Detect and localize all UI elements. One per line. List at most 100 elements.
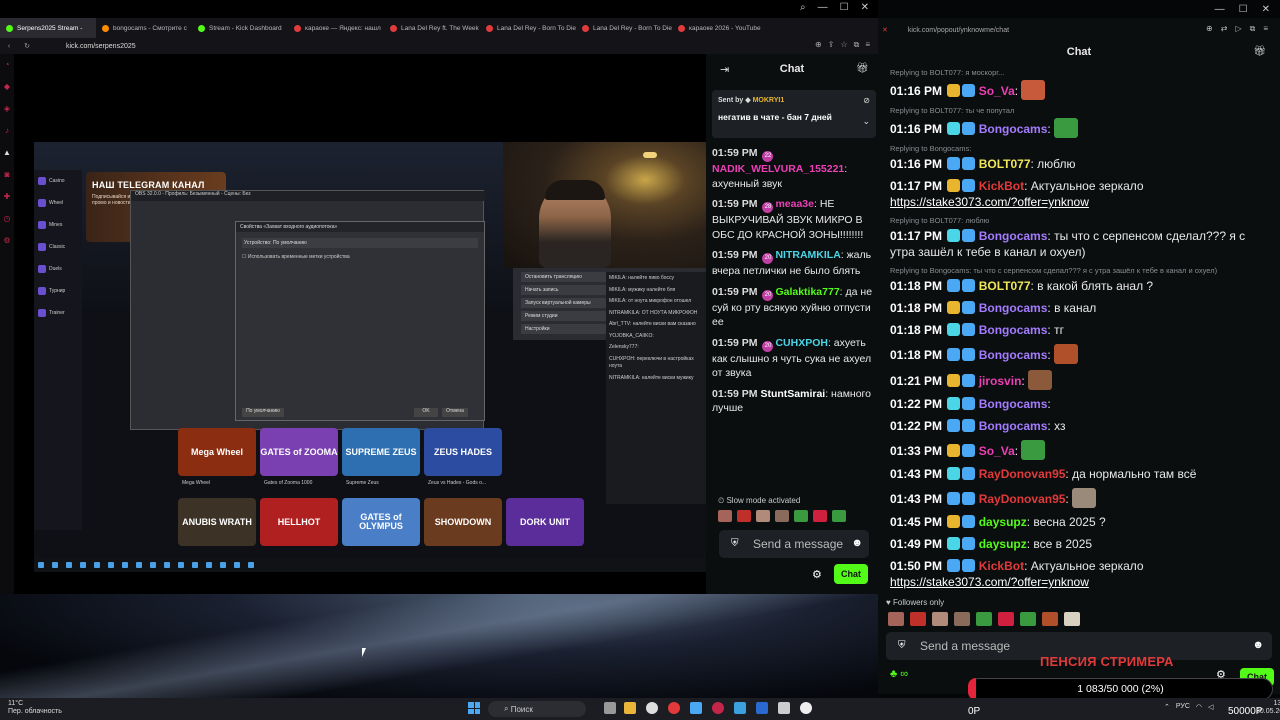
emote[interactable] [1064,612,1080,626]
aria-icon[interactable]: ◆ [4,82,10,91]
obs-default-button[interactable]: По умолчанию [242,408,284,417]
emote[interactable] [1020,612,1036,626]
message-user[interactable]: So_Va [979,444,1015,458]
message-user[interactable]: NADIK_WELVURA_155221 [712,163,844,175]
message-user[interactable]: Bongocams [979,122,1048,136]
opera-icon[interactable] [712,702,724,714]
obs-device-select[interactable]: Устройство: По умолчанию [242,238,478,248]
message-user[interactable]: RayDonovan95 [979,492,1066,506]
app-icon[interactable] [756,702,768,714]
reload-icon[interactable]: ↻ [18,42,36,50]
minimize-icon[interactable]: — [1215,4,1225,15]
browser-tab[interactable]: караоке — Яндекс: нашл [288,18,384,38]
message-user[interactable]: daysupz [979,537,1027,551]
gift-icon[interactable]: 🎁︎ [1253,46,1266,57]
emote[interactable] [718,510,732,522]
close-tab-icon[interactable]: ✕ [882,26,888,34]
reply-context[interactable]: Replying to Bongocams: [890,144,1270,154]
popout-url[interactable]: kick.com/popout/ynknowme/chat [908,27,1009,34]
message-user[interactable]: Bongocams [979,419,1048,433]
close-icon[interactable]: ✕ [861,2,869,13]
task-view-icon[interactable] [604,702,616,714]
volume-icon[interactable]: ◁ [1208,703,1213,711]
maximize-icon[interactable]: ☐ [1239,4,1248,15]
browser-tab[interactable]: караоке 2026 - YouTube [672,18,768,38]
message-user[interactable]: BOLT077 [979,157,1031,171]
message-user[interactable]: KickBot [979,559,1024,573]
message-user[interactable]: Bongocams [979,348,1048,362]
message-user[interactable]: jirosvin [979,374,1022,388]
telegram-icon[interactable] [734,702,746,714]
zoom-icon[interactable]: ⊕ [1206,24,1213,34]
emote[interactable] [910,612,926,626]
browser-tab[interactable]: Lana Del Rey ft. The Week [384,18,480,38]
chevron-down-icon[interactable]: ⌄ [862,116,870,127]
history-icon[interactable]: ◔ [5,60,10,69]
file-explorer-icon[interactable] [624,702,636,714]
clock-icon[interactable]: ◷ [4,214,11,223]
reply-context[interactable]: Replying to BOLT077: люблю [890,216,1270,226]
vk-icon[interactable]: ✚ [4,192,11,201]
stream-player[interactable]: Casino Wheel Mines Classic Duels Турнир Traine… [14,54,706,594]
points-icon[interactable]: ♣ ∞ [890,668,908,680]
emote[interactable] [737,510,751,522]
emote[interactable] [1042,612,1058,626]
weather-widget[interactable]: 11°C Пер. облачность [8,700,62,716]
emote[interactable] [1072,488,1097,508]
search-icon[interactable]: ⌕ [800,2,806,13]
language-indicator[interactable]: РУС [1176,703,1190,711]
media-player-icon[interactable] [800,702,812,714]
message-user[interactable]: Bongocams [979,301,1048,315]
obs-icon[interactable] [646,702,658,714]
emote[interactable] [1054,118,1079,138]
emote[interactable] [775,510,789,522]
music-icon[interactable]: ♪ [5,126,9,135]
reply-context[interactable]: Replying to BOLT077: ты че попутал [890,106,1270,116]
obs-timestamp-checkbox[interactable]: ☐ Использовать временные метки устройств… [242,254,350,260]
todo-icon[interactable] [690,702,702,714]
message-user[interactable]: Bongocams [979,229,1048,243]
browser-tab[interactable]: Lana Del Rey - Born To Die [576,18,672,38]
translate-icon[interactable]: ⇄ [1221,24,1228,34]
kick-icon[interactable]: ▲ [3,148,11,157]
maximize-icon[interactable]: ☐ [840,2,849,13]
address-bar[interactable]: kick.com/serpens2025 [66,43,666,50]
message-user[interactable]: Galaktika777 [775,286,839,298]
message-user[interactable]: KickBot [979,179,1024,193]
share-icon[interactable]: ⇪ [828,40,835,50]
emoji-icon[interactable]: ☻ [1252,639,1264,651]
wifi-icon[interactable]: ◠ [1196,703,1202,711]
back-icon[interactable]: ‹ [0,43,18,50]
reply-context[interactable]: Replying to Bongocams: ты что с серпенсо… [890,266,1270,276]
twitch-icon[interactable]: ◙ [5,170,10,179]
minimize-icon[interactable]: — [818,2,828,13]
message-user[interactable]: meaa3e [775,198,814,210]
menu-icon[interactable]: ≡ [865,40,870,50]
emote[interactable] [954,612,970,626]
obs-cancel-button[interactable]: Отмена [442,408,468,417]
emoji-icon[interactable]: ☻ [851,537,863,549]
play-icon[interactable]: ▷ [1235,24,1241,34]
menu-icon[interactable]: ≡ [1263,24,1268,34]
chevron-up-icon[interactable]: ⌃ [1164,703,1170,711]
message-user[interactable]: Bongocams [979,323,1048,337]
taskbar-search[interactable]: ⌕ Поиск [488,701,586,717]
emote[interactable] [832,510,846,522]
chat-settings-icon[interactable]: ⚙ [812,568,822,581]
message-user[interactable]: BOLT077 [979,279,1031,293]
obs-ok-button[interactable]: OK [414,408,438,417]
emote[interactable] [998,612,1014,626]
emote[interactable] [794,510,808,522]
emote[interactable] [976,612,992,626]
emote[interactable] [813,510,827,522]
browser-tab[interactable]: Serpens2025 Stream - [0,18,96,38]
pinned-message[interactable]: Sent by ◆ MOKRYI1 негатив в чате - бан 7… [712,90,876,138]
yandex-icon[interactable] [668,702,680,714]
emote[interactable] [1021,80,1046,100]
wallet-icon[interactable]: ◈ [4,104,10,113]
browser-tab[interactable]: Stream - Kick Dashboard [192,18,288,38]
settings-icon[interactable]: ⚙ [3,236,10,245]
emote[interactable] [888,612,904,626]
hide-pin-icon[interactable]: ⊘ [863,96,870,105]
windows-start-icon[interactable] [468,702,480,714]
